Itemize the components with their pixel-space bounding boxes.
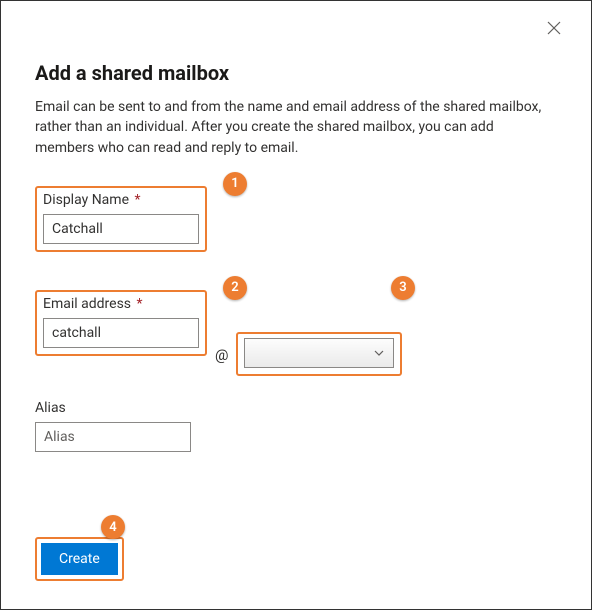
dialog-add-shared-mailbox: Add a shared mailbox Email can be sent t… [0,0,592,610]
required-asterisk: * [134,192,140,208]
domain-select[interactable] [244,338,394,368]
email-address-label-text: Email address [43,296,131,312]
dialog-description: Email can be sent to and from the name a… [35,97,555,158]
dialog-footer: Create 4 [35,537,124,581]
callout-badge-3: 3 [391,276,415,300]
callout-badge-2: 2 [223,276,247,300]
email-address-group: Email address * [35,290,207,356]
display-name-label: Display Name * [43,192,199,208]
display-name-input[interactable] [43,214,199,244]
close-icon [547,21,561,35]
alias-group: Alias [35,396,197,458]
required-asterisk: * [137,296,143,312]
callout-badge-1: 1 [223,172,247,196]
create-button[interactable]: Create [41,543,118,575]
display-name-group: Display Name * [35,186,207,252]
close-button[interactable] [545,19,563,37]
dialog-title: Add a shared mailbox [35,61,557,85]
alias-input[interactable] [35,422,191,452]
callout-badge-4: 4 [101,515,125,539]
at-separator: @ [215,346,228,376]
email-address-input[interactable] [43,318,199,348]
alias-label: Alias [35,400,191,416]
chevron-down-icon [373,349,385,357]
domain-select-group [236,332,402,376]
dialog-content: Add a shared mailbox Email can be sent t… [1,1,591,478]
create-button-callout: Create 4 [35,537,124,581]
display-name-label-text: Display Name [43,192,129,208]
email-address-label: Email address * [43,296,199,312]
